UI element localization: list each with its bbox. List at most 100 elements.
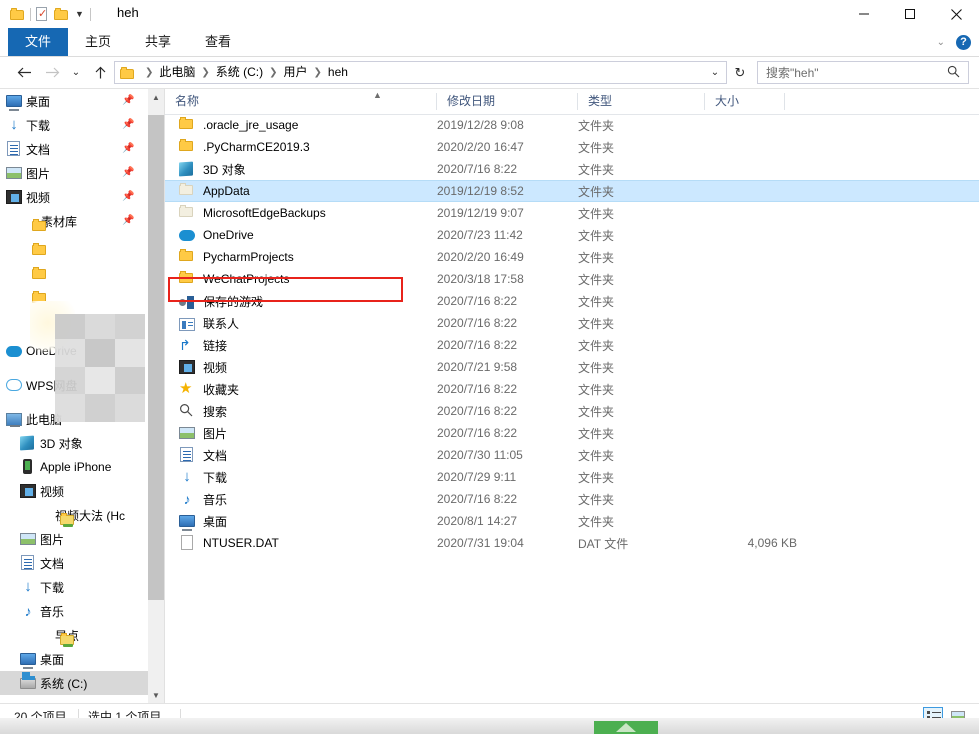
close-button[interactable] — [933, 0, 979, 28]
table-row[interactable]: WeChatProjects 2020/3/18 17:58 文件夹 — [165, 268, 979, 290]
table-row[interactable]: 联系人 2020/7/16 8:22 文件夹 — [165, 312, 979, 334]
chevron-down-icon[interactable]: ⌄ — [937, 37, 945, 48]
pin-icon[interactable]: 📌 — [122, 143, 133, 154]
nav-item-redacted-2[interactable] — [0, 257, 148, 281]
nav-item-redacted-4[interactable] — [0, 305, 148, 329]
pin-icon[interactable]: 📌 — [122, 95, 133, 106]
table-row[interactable]: 图片 2020/7/16 8:22 文件夹 — [165, 422, 979, 444]
breadcrumb-this-pc[interactable]: 此电脑 — [157, 62, 197, 83]
nav-item-system-c[interactable]: 系统 (C:) — [0, 671, 148, 695]
table-row[interactable]: ↓ 下载 2020/7/29 9:11 文件夹 — [165, 466, 979, 488]
table-row[interactable]: 桌面 2020/8/1 14:27 文件夹 — [165, 510, 979, 532]
new-folder-icon[interactable] — [54, 8, 69, 20]
file-explorer-window: ✓ ▼ heh 文件 主页 共享 查看 ⌄ ? — [0, 0, 979, 734]
refresh-button[interactable]: ↻ — [729, 61, 751, 84]
nav-item-material-library[interactable]: 素材库 📌 — [0, 209, 148, 233]
table-row[interactable]: OneDrive 2020/7/23 11:42 文件夹 — [165, 224, 979, 246]
table-row[interactable]: NTUSER.DAT 2020/7/31 19:04 DAT 文件 4,096 … — [165, 532, 979, 554]
nav-item-documents[interactable]: 文档 📌 — [0, 137, 148, 161]
nav-item-music-pc[interactable]: ♪ 音乐 — [0, 599, 148, 623]
desktop-icon — [20, 651, 36, 667]
table-row[interactable]: 搜索 2020/7/16 8:22 文件夹 — [165, 400, 979, 422]
nav-item-videos-pc[interactable]: 视频 — [0, 479, 148, 503]
file-name: 收藏夹 — [203, 381, 239, 398]
pin-icon[interactable]: 📌 — [122, 119, 133, 130]
nav-item-this-pc[interactable]: 此电脑 — [0, 407, 148, 431]
folder-icon[interactable] — [10, 8, 25, 20]
nav-item-redacted-3[interactable] — [0, 281, 148, 305]
nav-item-downloads[interactable]: ↓ 下载 📌 — [0, 113, 148, 137]
tab-file[interactable]: 文件 — [8, 28, 68, 56]
address-bar[interactable]: ❯ 此电脑 ❯ 系统 (C:) ❯ 用户 ❯ heh ⌄ — [114, 61, 727, 84]
file-name: 音乐 — [203, 491, 227, 508]
table-row[interactable]: ↱ 链接 2020/7/16 8:22 文件夹 — [165, 334, 979, 356]
table-row-selected[interactable]: AppData 2019/12/19 8:52 文件夹 — [165, 180, 979, 202]
table-row[interactable]: 视频 2020/7/21 9:58 文件夹 — [165, 356, 979, 378]
nav-item-desktop[interactable]: 桌面 📌 — [0, 89, 148, 113]
address-dropdown-caret-icon[interactable]: ⌄ — [705, 67, 725, 78]
nav-item-redacted-1[interactable] — [0, 233, 148, 257]
scrollbar-thumb[interactable] — [148, 115, 164, 600]
column-header-date[interactable]: 修改日期 — [437, 89, 578, 114]
help-icon[interactable]: ? — [956, 35, 971, 50]
navigation-pane-scrollbar[interactable]: ▲ ▼ — [148, 89, 164, 704]
pin-icon[interactable]: 📌 — [122, 167, 133, 178]
back-button[interactable] — [12, 57, 36, 88]
nav-item-desktop-pc[interactable]: 桌面 — [0, 647, 148, 671]
table-row[interactable]: 保存的游戏 2020/7/16 8:22 文件夹 — [165, 290, 979, 312]
nav-item-onedrive[interactable]: OneDrive — [0, 339, 148, 363]
documents-icon — [6, 141, 22, 157]
maximize-button[interactable] — [887, 0, 933, 28]
properties-icon[interactable]: ✓ — [36, 7, 49, 22]
download-icon: ↓ — [20, 579, 36, 595]
tab-share[interactable]: 共享 — [128, 28, 188, 56]
table-row[interactable]: PycharmProjects 2020/2/20 16:49 文件夹 — [165, 246, 979, 268]
customize-qat-caret-icon[interactable]: ▼ — [74, 10, 85, 19]
nav-item-documents-pc[interactable]: 文档 — [0, 551, 148, 575]
this-pc-icon — [6, 411, 22, 427]
breadcrumb-system-c[interactable]: 系统 (C:) — [214, 62, 265, 83]
nav-item-videos[interactable]: 视频 📌 — [0, 185, 148, 209]
scroll-down-arrow-icon[interactable]: ▼ — [148, 687, 164, 704]
nav-item-label: OneDrive — [26, 344, 77, 358]
pin-icon[interactable]: 📌 — [122, 215, 133, 226]
divider — [90, 8, 91, 21]
file-name-cell: 搜索 — [165, 403, 437, 420]
table-row[interactable]: .PyCharmCE2019.3 2020/2/20 16:47 文件夹 — [165, 136, 979, 158]
tab-home[interactable]: 主页 — [68, 28, 128, 56]
forward-button[interactable] — [40, 57, 64, 88]
table-row[interactable]: ♪ 音乐 2020/7/16 8:22 文件夹 — [165, 488, 979, 510]
recent-locations-caret-icon[interactable]: ⌄ — [64, 57, 88, 88]
breadcrumb-users[interactable]: 用户 — [282, 62, 310, 83]
up-button[interactable] — [88, 57, 112, 88]
nav-item-pictures-pc[interactable]: 图片 — [0, 527, 148, 551]
scroll-up-arrow-icon[interactable]: ▲ — [148, 89, 164, 106]
nav-item-wps-cloud[interactable]: WPS网盘 — [0, 373, 148, 397]
file-date: 2020/7/31 19:04 — [437, 536, 578, 550]
nav-item-breakfast[interactable]: 早点 — [0, 623, 148, 647]
file-date: 2020/7/16 8:22 — [437, 294, 578, 308]
taskbar-app-icon[interactable] — [594, 721, 658, 734]
nav-item-downloads-pc[interactable]: ↓ 下载 — [0, 575, 148, 599]
nav-item-3d-objects[interactable]: 3D 对象 — [0, 431, 148, 455]
breadcrumb-heh[interactable]: heh — [326, 62, 350, 83]
column-header-type[interactable]: 类型 — [578, 89, 705, 114]
column-header-size[interactable]: 大小 — [705, 89, 785, 114]
table-row[interactable]: 文档 2020/7/30 11:05 文件夹 — [165, 444, 979, 466]
column-header-name[interactable]: 名称 — [165, 89, 437, 114]
tab-view[interactable]: 查看 — [188, 28, 248, 56]
table-row[interactable]: ★ 收藏夹 2020/7/16 8:22 文件夹 — [165, 378, 979, 400]
nav-item-apple-iphone[interactable]: Apple iPhone — [0, 455, 148, 479]
search-icon[interactable] — [947, 65, 968, 81]
nav-item-video-dafa[interactable]: 视频大法 (Hc — [0, 503, 148, 527]
table-row[interactable]: .oracle_jre_usage 2019/12/28 9:08 文件夹 — [165, 114, 979, 136]
search-input[interactable]: 搜索"heh" — [758, 64, 947, 81]
table-row[interactable]: 3D 对象 2020/7/16 8:22 文件夹 — [165, 158, 979, 180]
nav-item-pictures[interactable]: 图片 📌 — [0, 161, 148, 185]
pin-icon[interactable]: 📌 — [122, 191, 133, 202]
folder-icon — [179, 272, 195, 288]
drive-icon — [20, 675, 36, 691]
search-box[interactable]: 搜索"heh" — [757, 61, 969, 84]
table-row[interactable]: MicrosoftEdgeBackups 2019/12/19 9:07 文件夹 — [165, 202, 979, 224]
minimize-button[interactable] — [841, 0, 887, 28]
